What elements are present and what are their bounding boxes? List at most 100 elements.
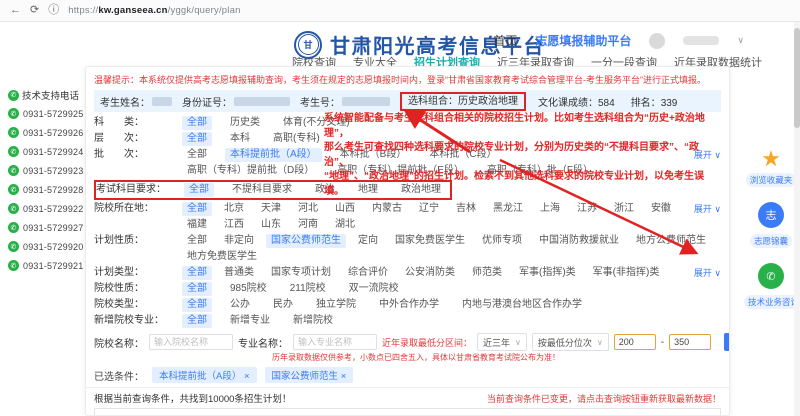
filter-option[interactable]: 新增专业: [225, 314, 275, 328]
back-icon[interactable]: ←: [10, 5, 21, 16]
phone-item[interactable]: ✆ 0931-5729926: [8, 127, 83, 138]
score-min-input[interactable]: [613, 334, 656, 350]
score-max-input[interactable]: [669, 334, 712, 350]
filter-option[interactable]: 国家公费师范生: [266, 234, 346, 248]
query-button[interactable]: 查询: [724, 333, 729, 351]
url-bar[interactable]: https://kw.ganseea.cn/yggk/query/plan: [68, 5, 240, 16]
float-item[interactable]: ★ 浏览收藏夹: [744, 148, 798, 188]
filter-option[interactable]: 吉林: [451, 202, 481, 216]
close-icon[interactable]: ×: [341, 371, 347, 382]
filter-option[interactable]: 地方公费师范生: [631, 234, 711, 248]
filter-option[interactable]: 本科: [225, 132, 255, 146]
expand-link[interactable]: 展开 ∨: [694, 202, 721, 216]
filter-option[interactable]: 辽宁: [414, 202, 444, 216]
filter-option[interactable]: 军事(指挥)类: [514, 266, 581, 280]
float-item-label[interactable]: 浏览收藏夹: [744, 170, 798, 188]
filter-option[interactable]: 政治: [310, 183, 340, 197]
pouch-icon[interactable]: 志: [758, 202, 784, 228]
phone-item[interactable]: ✆ 0931-5729921: [8, 260, 83, 271]
filter-option[interactable]: 新增院校: [288, 314, 338, 328]
filter-option[interactable]: 全部: [182, 202, 212, 216]
filter-option[interactable]: 黑龙江: [488, 202, 528, 216]
selected-tag[interactable]: 国家公费师范生 ×: [264, 367, 354, 383]
filter-option[interactable]: 中外合作办学: [374, 298, 444, 312]
filter-option[interactable]: 地理: [353, 183, 383, 197]
filter-option[interactable]: 不提科目要求: [227, 183, 297, 197]
filter-option[interactable]: 高职（专科）批（F段）: [482, 164, 598, 178]
star-icon[interactable]: ★: [744, 148, 798, 170]
filter-option[interactable]: 军事(非指挥)类: [588, 266, 665, 280]
filter-option[interactable]: 河北: [293, 202, 323, 216]
filter-option[interactable]: 上海: [535, 202, 565, 216]
filter-option[interactable]: 本科提前批（A段）: [225, 148, 322, 162]
filter-option[interactable]: 高职（专科）提前批（E段）: [332, 164, 469, 178]
filter-option[interactable]: 河南: [293, 218, 323, 232]
filter-option[interactable]: 综合评价: [343, 266, 393, 280]
filter-option[interactable]: 公安消防类: [400, 266, 460, 280]
filter-option[interactable]: 985院校: [225, 282, 272, 296]
phone-item[interactable]: ✆ 0931-5729922: [8, 203, 83, 214]
phone-item[interactable]: ✆ 0931-5729925: [8, 108, 83, 119]
filter-option[interactable]: 山东: [256, 218, 286, 232]
filter-option[interactable]: 全部: [182, 148, 212, 162]
filter-option[interactable]: 本科批（C段）: [424, 148, 501, 162]
filter-option[interactable]: 定向: [353, 234, 383, 248]
filter-option[interactable]: 体育(不分文理): [278, 116, 355, 130]
filter-option[interactable]: 公办: [225, 298, 255, 312]
filter-option[interactable]: 安徽: [646, 202, 676, 216]
filter-option[interactable]: 全部: [182, 298, 212, 312]
filter-option[interactable]: 师范类: [467, 266, 507, 280]
filter-option[interactable]: 地方免费医学生: [182, 250, 262, 264]
avatar[interactable]: [649, 32, 666, 49]
expand-link[interactable]: 展开 ∨: [694, 148, 721, 162]
rank-mode-select[interactable]: 按最低分位次 ∨: [531, 333, 609, 351]
filter-option[interactable]: 全部: [182, 314, 212, 328]
refresh-icon[interactable]: ⟳: [30, 5, 39, 16]
filter-option[interactable]: 内蒙古: [367, 202, 407, 216]
filter-option[interactable]: 国家专项计划: [266, 266, 336, 280]
chevron-down-icon[interactable]: ∨: [737, 35, 744, 46]
filter-option[interactable]: 普通类: [219, 266, 259, 280]
phone-item[interactable]: ✆ 0931-5729920: [8, 241, 83, 252]
filter-option[interactable]: 双一流院校: [344, 282, 404, 296]
year-range-select[interactable]: 近三年 ∨: [477, 333, 527, 351]
phone-item[interactable]: ✆ 0931-5729923: [8, 165, 83, 176]
filter-option[interactable]: 全部: [184, 183, 214, 197]
filter-option[interactable]: 山西: [330, 202, 360, 216]
filter-option[interactable]: 全部: [182, 282, 212, 296]
filter-option[interactable]: 内地与港澳台地区合作办学: [457, 298, 587, 312]
float-item[interactable]: 志志愿锦囊: [744, 202, 798, 249]
filter-option[interactable]: 天津: [256, 202, 286, 216]
filter-option[interactable]: 本科批（B段）: [335, 148, 412, 162]
scrollbar[interactable]: [794, 22, 800, 416]
selected-tag[interactable]: 本科提前批（A段） ×: [152, 367, 257, 383]
filter-option[interactable]: 政治地理: [396, 183, 446, 197]
filter-option[interactable]: 211院校: [285, 282, 331, 296]
filter-option[interactable]: 浙江: [609, 202, 639, 216]
filter-option[interactable]: 全部: [182, 116, 212, 130]
headset-icon[interactable]: ✆: [758, 263, 784, 289]
float-item[interactable]: ✆ 技术业务咨询: [744, 263, 800, 310]
phone-item[interactable]: ✆ 0931-5729928: [8, 184, 83, 195]
filter-option[interactable]: 全部: [182, 266, 212, 280]
phone-item[interactable]: ✆ 0931-5729924: [8, 146, 83, 157]
filter-option[interactable]: 非定向: [219, 234, 259, 248]
phone-item[interactable]: ✆ 0931-5729927: [8, 222, 83, 233]
filter-option[interactable]: 高职（专科）提前批（D段）: [182, 164, 319, 178]
major-name-input[interactable]: [293, 334, 377, 350]
filter-option[interactable]: 福建: [182, 218, 212, 232]
expand-link[interactable]: 展开 ∨: [694, 266, 721, 280]
filter-option[interactable]: 北京: [219, 202, 249, 216]
filter-option[interactable]: 中国消防救援就业: [534, 234, 624, 248]
assist-platform-link[interactable]: 志愿填报辅助平台: [535, 32, 631, 49]
filter-option[interactable]: 独立学院: [311, 298, 361, 312]
filter-option[interactable]: 湖北: [330, 218, 360, 232]
close-icon[interactable]: ×: [244, 371, 250, 382]
filter-option[interactable]: 民办: [268, 298, 298, 312]
filter-option[interactable]: 江西: [219, 218, 249, 232]
filter-option[interactable]: 全部: [182, 234, 212, 248]
scrollbar-thumb[interactable]: [794, 28, 800, 128]
float-item-label[interactable]: 技术业务咨询: [744, 292, 800, 310]
school-name-input[interactable]: [149, 334, 233, 350]
float-item-label[interactable]: 志愿锦囊: [744, 231, 798, 249]
